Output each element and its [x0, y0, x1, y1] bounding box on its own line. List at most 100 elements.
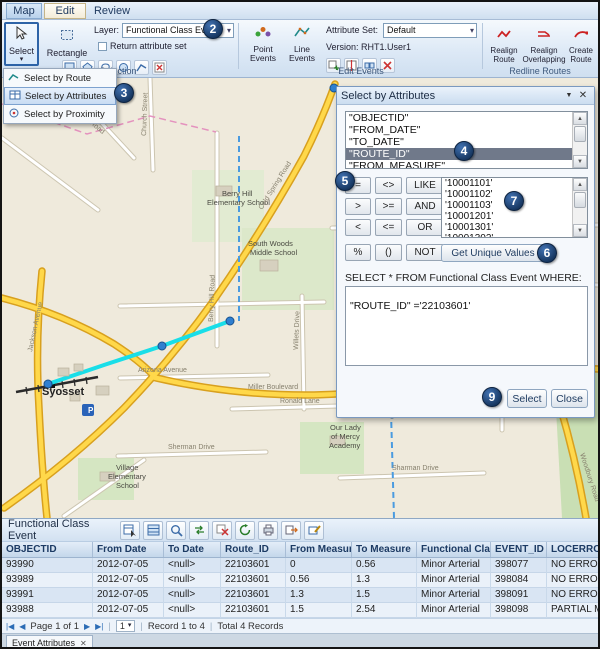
point-events-button[interactable]: Point Events [244, 23, 282, 65]
table-cell: 2.54 [352, 603, 417, 618]
operator-button-LIKE[interactable]: LIKE [406, 177, 444, 194]
scroll-up-icon[interactable] [573, 178, 587, 191]
column-header[interactable]: To Measure [352, 542, 417, 558]
map-label: Our Lady [330, 423, 361, 432]
show-selected-records-icon[interactable] [120, 521, 140, 540]
field-list-item[interactable]: "FROM_MEASURE" [346, 160, 572, 168]
switch-selection-icon[interactable] [189, 521, 209, 540]
tab-review[interactable]: Review [88, 3, 136, 19]
map-label: Syosset [42, 386, 85, 398]
tab-map[interactable]: Map [6, 3, 42, 19]
tab-edit[interactable]: Edit [44, 3, 86, 19]
prev-page-icon[interactable]: ◀ [19, 622, 25, 631]
column-header[interactable]: From Measure [286, 542, 352, 558]
column-header[interactable]: Functional Class [417, 542, 491, 558]
rectangle-button[interactable]: Rectangle [43, 24, 91, 62]
dialog-close-icon[interactable] [576, 89, 590, 103]
menu-item-select-by-attributes[interactable]: Select by Attributes [4, 87, 116, 105]
value-list-item[interactable]: '10001302' [442, 233, 572, 237]
select-by-attributes-icon [9, 90, 21, 103]
operator-button-<=[interactable]: <= [375, 219, 402, 236]
edit-table-icon[interactable] [304, 521, 324, 540]
refresh-icon[interactable] [235, 521, 255, 540]
column-header[interactable]: LOCERROR [547, 542, 598, 558]
select-button[interactable]: Select ▾ [4, 22, 39, 66]
operator-button-()[interactable]: () [375, 244, 402, 261]
dialog-close-button[interactable]: Close [551, 389, 588, 408]
scrollbar-thumb[interactable] [574, 126, 586, 142]
field-list-item[interactable]: "FROM_DATE" [346, 124, 572, 136]
scroll-down-icon[interactable] [573, 224, 587, 237]
realign-route-button[interactable]: Realign Route [486, 23, 522, 65]
column-header[interactable]: To Date [164, 542, 221, 558]
scroll-up-icon[interactable] [573, 112, 587, 125]
page-size-dropdown[interactable]: 1▾ [116, 620, 136, 632]
tab-event-attributes[interactable]: Event Attributes [6, 635, 93, 649]
column-header[interactable]: EVENT_ID [491, 542, 547, 558]
table-cell: NO ERROR [547, 588, 598, 603]
map-label: Ronald Lane [280, 398, 320, 405]
application-window: Map Edit Review Select ▾ Rectangle Layer… [0, 0, 600, 649]
map-label: Arizona Avenue [138, 367, 187, 374]
group-label-edit-events: Edit Events [242, 66, 480, 76]
select-button-label: Select [9, 46, 34, 56]
callout-9: 9 [482, 387, 502, 407]
scrollbar-thumb[interactable] [574, 192, 586, 208]
operator-button-AND[interactable]: AND [406, 198, 444, 215]
menu-item-select-by-route[interactable]: Select by Route [4, 69, 116, 87]
operator-button-%[interactable]: % [345, 244, 371, 261]
operator-button->=[interactable]: >= [375, 198, 402, 215]
table-cell: <null> [164, 588, 221, 603]
table-row[interactable]: 939902012-07-05<null>2210360100.56Minor … [2, 558, 598, 573]
group-divider [482, 23, 483, 69]
create-route-button[interactable]: Create Route [565, 23, 597, 65]
export-icon[interactable] [281, 521, 301, 540]
map-label: School [116, 481, 139, 490]
close-tab-icon[interactable] [80, 638, 87, 648]
select-all-icon[interactable] [143, 521, 163, 540]
line-events-button[interactable]: Line Events [284, 23, 320, 65]
value-list-scrollbar[interactable] [572, 178, 587, 237]
table-cell: 22103601 [221, 588, 286, 603]
where-clause-input[interactable]: "ROUTE_ID" ='22103601' [345, 286, 588, 366]
table-cell: 1.3 [286, 588, 352, 603]
last-page-icon[interactable]: ▶| [95, 622, 103, 631]
print-icon[interactable] [258, 521, 278, 540]
value-list-item[interactable]: '10001301' [442, 222, 572, 233]
value-list-item[interactable]: '10001101' [442, 178, 572, 189]
callout-7: 7 [504, 191, 524, 211]
table-row[interactable]: 939882012-07-05<null>221036011.52.54Mino… [2, 603, 598, 618]
table-row[interactable]: 939912012-07-05<null>221036011.31.5Minor… [2, 588, 598, 603]
table-panel-title: Functional Class Event [2, 518, 120, 542]
get-unique-values-button[interactable]: Get Unique Values [441, 244, 545, 262]
menu-item-select-by-proximity[interactable]: Select by Proximity [4, 105, 116, 123]
line-events-icon [294, 25, 310, 43]
field-list-item[interactable]: "OBJECTID" [346, 112, 572, 124]
column-header[interactable]: From Date [93, 542, 164, 558]
next-page-icon[interactable]: ▶ [84, 622, 90, 631]
column-header[interactable]: OBJECTID [2, 542, 93, 558]
map-label: Middle School [250, 248, 297, 257]
separator: | [210, 621, 212, 632]
dialog-select-button[interactable]: Select [507, 389, 547, 408]
value-list-item[interactable]: '10001201' [442, 211, 572, 222]
zoom-to-selection-icon[interactable] [166, 521, 186, 540]
operator-button-<>[interactable]: <> [375, 177, 402, 194]
field-list-scrollbar[interactable] [572, 112, 587, 168]
first-page-icon[interactable]: |◀ [6, 622, 14, 631]
operator-button-<[interactable]: < [345, 219, 371, 236]
table-row[interactable]: 939892012-07-05<null>221036010.561.3Mino… [2, 573, 598, 588]
return-attribute-set-checkbox[interactable] [98, 42, 107, 51]
dialog-dropdown-icon[interactable] [562, 89, 576, 103]
table-cell: 22103601 [221, 603, 286, 618]
operator-button-NOT[interactable]: NOT [406, 244, 444, 261]
column-header[interactable]: Route_ID [221, 542, 286, 558]
table-cell: 2012-07-05 [93, 558, 164, 573]
realign-overlapping-button[interactable]: Realign Overlapping [524, 23, 564, 65]
clear-selection-icon[interactable] [212, 521, 232, 540]
operator-button-OR[interactable]: OR [406, 219, 444, 236]
dialog-titlebar[interactable]: Select by Attributes [337, 87, 594, 105]
attribute-set-combo[interactable]: Default [383, 23, 477, 38]
operator-button->[interactable]: > [345, 198, 371, 215]
scroll-down-icon[interactable] [573, 155, 587, 168]
